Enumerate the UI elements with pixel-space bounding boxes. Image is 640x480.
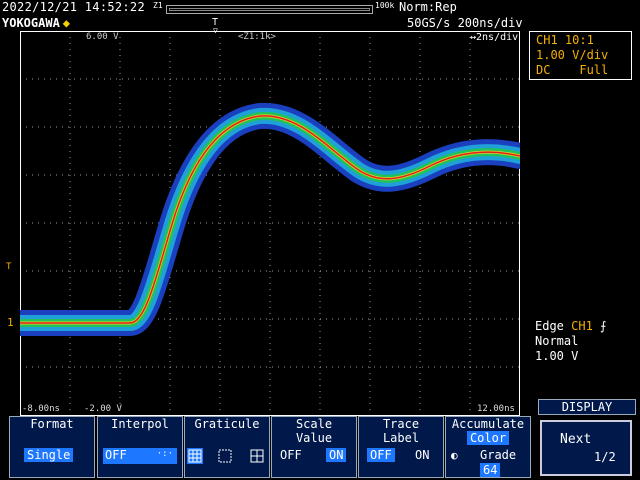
history-bar bbox=[166, 5, 373, 14]
graticule-grid bbox=[20, 31, 520, 416]
display-menu-title: DISPLAY bbox=[538, 399, 636, 415]
v-top-label: 6.00 V bbox=[86, 32, 119, 42]
accumulate-mode: Grade bbox=[480, 448, 517, 462]
grid-full-icon bbox=[187, 448, 203, 464]
softkey-scale-value[interactable]: Scale Value OFF ON bbox=[271, 416, 357, 478]
color-grade-icon: ◐ bbox=[451, 449, 458, 462]
accumulate-count: 64 bbox=[480, 463, 501, 477]
brand-name: YOKOGAWA bbox=[2, 16, 60, 30]
interpol-value: OFF bbox=[105, 448, 127, 462]
ch1-settings-box[interactable]: CH1 10:1 1.00 V/div DC Full bbox=[529, 31, 632, 80]
scale-value-off: OFF bbox=[280, 448, 302, 462]
trigger-type: Edge bbox=[535, 319, 564, 333]
time-left-label: -8.00ns bbox=[22, 404, 60, 414]
acquisition-mode: Norm:Rep bbox=[399, 0, 457, 14]
softkey-accumulate[interactable]: Accumulate Color ◐ Grade 64 bbox=[445, 416, 531, 478]
next-page-button[interactable]: Next 1/2 bbox=[540, 420, 632, 476]
trigger-source: CH1 bbox=[571, 319, 593, 333]
ch1-probe: CH1 10:1 bbox=[536, 33, 594, 47]
scale-value-on: ON bbox=[326, 448, 347, 462]
v-bottom-label: -2.00 V bbox=[84, 404, 122, 414]
trigger-mode: Normal bbox=[535, 334, 579, 348]
zoom-ratio-label: <Z1:1k> bbox=[238, 32, 276, 42]
zoom-marker: Z1 bbox=[153, 1, 163, 10]
trigger-level-marker[interactable]: T bbox=[6, 262, 11, 272]
trace-label-off: OFF bbox=[367, 448, 395, 462]
softkey-interpol[interactable]: Interpol OFF ·:· bbox=[97, 416, 183, 478]
trigger-level: 1.00 V bbox=[535, 349, 579, 363]
softkey-format[interactable]: Format Single bbox=[9, 416, 95, 478]
softkey-trace-label[interactable]: Trace Label OFF ON bbox=[358, 416, 444, 478]
ch1-waveform-trace bbox=[20, 102, 520, 336]
trace-label-on: ON bbox=[415, 448, 430, 462]
dot-interpolation-icon: ·:· bbox=[156, 449, 173, 459]
next-label: Next bbox=[560, 432, 592, 447]
ch1-coupling: DC Full bbox=[536, 63, 609, 77]
grid-cross-icon bbox=[249, 448, 265, 468]
diamond-icon: ◆ bbox=[62, 16, 71, 30]
page-indicator: 1/2 bbox=[594, 450, 616, 464]
sampling-rate-timebase: 50GS/s 200ns/div bbox=[407, 16, 523, 30]
ch1-vdiv: 1.00 V/div bbox=[536, 48, 609, 62]
softkey-graticule[interactable]: Graticule bbox=[184, 416, 270, 478]
rising-edge-icon: ⨍ bbox=[600, 319, 607, 333]
history-label: 100k bbox=[375, 1, 395, 10]
datetime: 2022/12/21 14:52:22 bbox=[2, 0, 145, 14]
ground-level-marker[interactable]: 1 bbox=[7, 316, 14, 329]
waveform-graticule bbox=[20, 31, 520, 416]
trigger-info[interactable]: Edge CH1 ⨍ Normal 1.00 V bbox=[535, 319, 606, 364]
brand-logo: YOKOGAWA ◆ bbox=[2, 16, 70, 30]
time-right-label: 12.00ns bbox=[477, 404, 515, 414]
zoom-timebase-label: ↔2ns/div bbox=[470, 32, 519, 43]
format-value: Single bbox=[24, 448, 74, 462]
grid-frame-icon bbox=[217, 448, 233, 468]
